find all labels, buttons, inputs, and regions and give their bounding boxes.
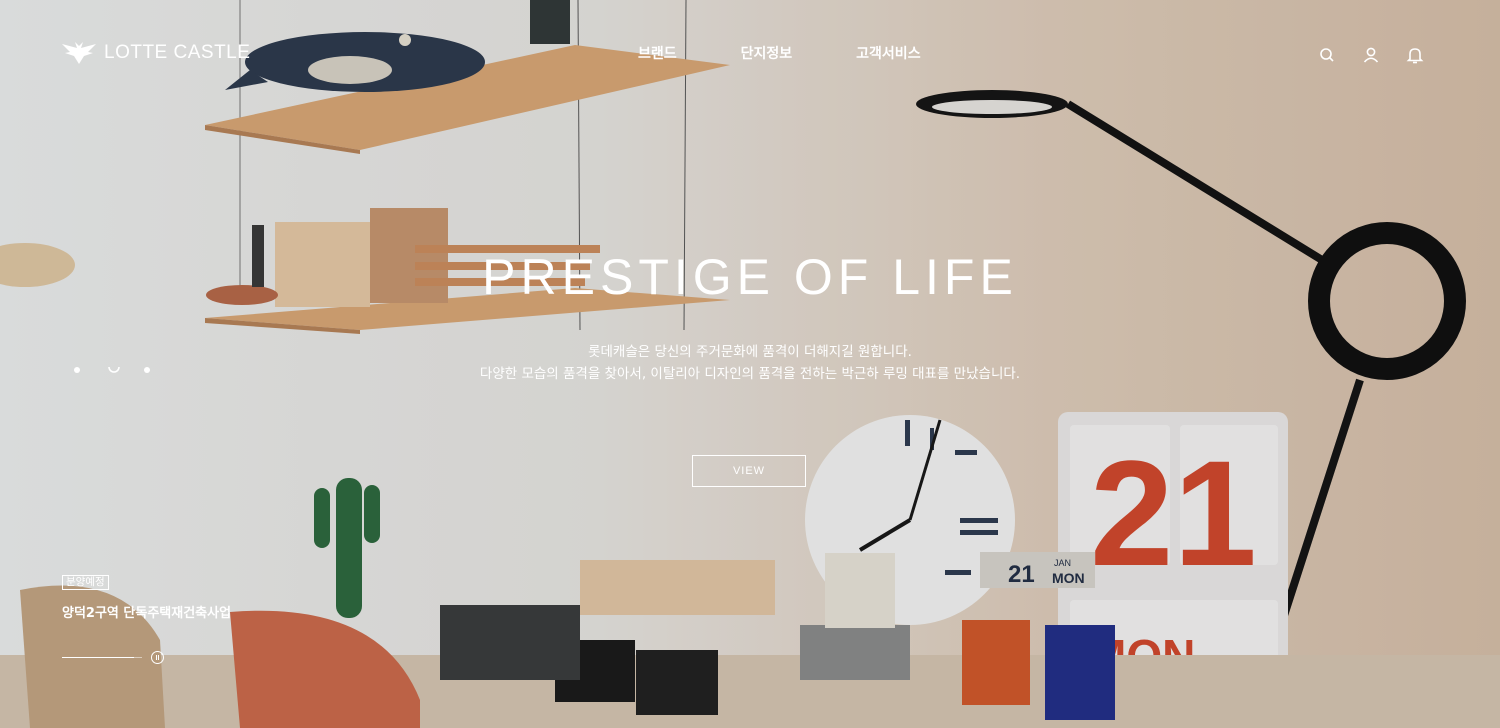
brand-logo-text: LOTTE CASTLE (104, 42, 251, 63)
slider-dot-3[interactable] (144, 367, 150, 373)
hero-title: PRESTIGE OF LIFE (482, 249, 1018, 305)
site-header: LOTTE CASTLE 브랜드 단지정보 고객서비스 (0, 0, 1500, 105)
user-icon[interactable] (1360, 44, 1382, 66)
utility-menu (1316, 44, 1426, 66)
brand-logo[interactable]: LOTTE CASTLE (62, 42, 250, 64)
view-button[interactable]: VIEW (692, 455, 806, 487)
hero-description-line-1: 롯데캐슬은 당신의 주거문화에 품격이 더해지길 원합니다. (588, 344, 912, 360)
slider-progress-fill (62, 657, 134, 658)
slider-progress-bar (62, 657, 142, 658)
hero-description: 롯데캐슬은 당신의 주거문화에 품격이 더해지길 원합니다. 다양한 모습의 품… (0, 341, 1500, 385)
slider-dots (74, 365, 154, 379)
slider-dot-1[interactable] (74, 367, 80, 373)
bell-icon[interactable] (1404, 44, 1426, 66)
slider-dot-2-active[interactable] (107, 365, 121, 377)
search-icon[interactable] (1316, 44, 1338, 66)
nav-item-brand[interactable]: 브랜드 (638, 43, 677, 63)
eagle-emblem-icon (62, 42, 96, 64)
status-badge: 분양예정 (62, 575, 109, 590)
main-navigation: 브랜드 단지정보 고객서비스 (638, 43, 921, 63)
pause-icon[interactable] (151, 651, 164, 664)
nav-item-customer-service[interactable]: 고객서비스 (856, 43, 920, 63)
nav-item-complex-info[interactable]: 단지정보 (741, 43, 793, 63)
hero-description-line-2: 다양한 모습의 품격을 찾아서, 이탈리아 디자인의 품격을 전하는 박근하 루… (479, 366, 1021, 382)
project-name[interactable]: 양덕2구역 단독주택재건축사업 (62, 602, 231, 621)
